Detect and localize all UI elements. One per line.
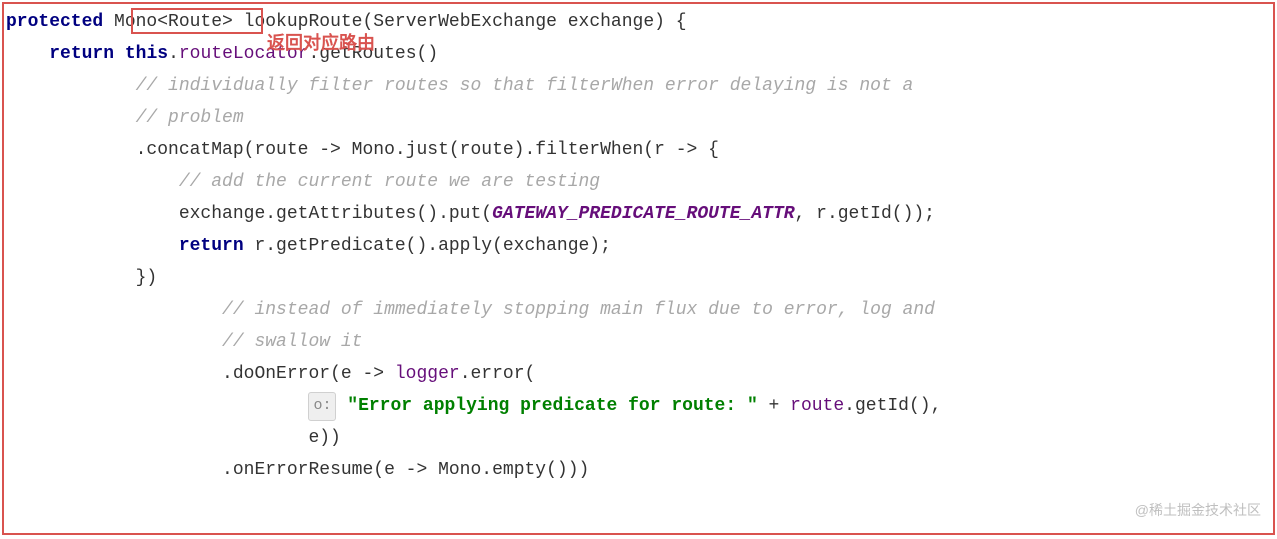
keyword-return: return bbox=[179, 236, 244, 256]
line-5: .concatMap(route -> Mono.just(route).fil… bbox=[6, 140, 719, 160]
var-route: route bbox=[790, 396, 844, 416]
line-10: // instead of immediately stopping main … bbox=[6, 300, 935, 320]
onErrorResume-call: .onErrorResume(e -> Mono.empty())) bbox=[222, 460, 589, 480]
line-11: // swallow it bbox=[6, 332, 362, 352]
line-8: return r.getPredicate().apply(exchange); bbox=[6, 236, 611, 256]
doOnError-prefix: .doOnError(e -> bbox=[222, 364, 395, 384]
line-4: // problem bbox=[6, 108, 244, 128]
put-call-suffix: , r.getId()); bbox=[795, 204, 935, 224]
indent bbox=[6, 172, 179, 192]
keyword-this: this bbox=[125, 44, 168, 64]
indent bbox=[6, 460, 222, 480]
member-routeLocator: routeLocator bbox=[179, 44, 309, 64]
code-container: 返回对应路由 protected Mono<Route> lookupRoute… bbox=[2, 2, 1275, 535]
plus: + bbox=[758, 396, 790, 416]
param-hint: o: bbox=[308, 392, 336, 421]
getId-call: .getId(), bbox=[844, 396, 941, 416]
keyword-protected: protected bbox=[6, 12, 103, 32]
line-2: return this.routeLocator.getRoutes() bbox=[6, 44, 438, 64]
indent bbox=[6, 268, 136, 288]
call-getRoutes: .getRoutes() bbox=[309, 44, 439, 64]
line-7: exchange.getAttributes().put(GATEWAY_PRE… bbox=[6, 204, 935, 224]
indent bbox=[6, 108, 136, 128]
watermark: @稀土掘金技术社区 bbox=[1135, 498, 1261, 523]
line-6: // add the current route we are testing bbox=[6, 172, 600, 192]
line-9: }) bbox=[6, 268, 157, 288]
indent bbox=[6, 396, 308, 416]
line-3: // individually filter routes so that fi… bbox=[6, 76, 913, 96]
line-12: .doOnError(e -> logger.error( bbox=[6, 364, 535, 384]
comment: // instead of immediately stopping main … bbox=[222, 300, 935, 320]
dot: . bbox=[168, 44, 179, 64]
string-literal: "Error applying predicate for route: " bbox=[347, 396, 757, 416]
indent bbox=[6, 300, 222, 320]
indent bbox=[6, 332, 222, 352]
concatMap-call: .concatMap(route -> Mono.just(route).fil… bbox=[136, 140, 719, 160]
put-call-prefix: exchange.getAttributes().put( bbox=[179, 204, 492, 224]
indent bbox=[6, 44, 49, 64]
apply-call: r.getPredicate().apply(exchange); bbox=[244, 236, 611, 256]
close-brace: }) bbox=[136, 268, 158, 288]
code-block: protected Mono<Route> lookupRoute(Server… bbox=[6, 6, 1271, 486]
comment: // problem bbox=[136, 108, 244, 128]
indent bbox=[6, 204, 179, 224]
params: (ServerWebExchange exchange) { bbox=[362, 12, 686, 32]
keyword-return: return bbox=[49, 44, 114, 64]
indent bbox=[6, 364, 222, 384]
indent bbox=[6, 428, 308, 448]
comment: // individually filter routes so that fi… bbox=[136, 76, 914, 96]
line-13: o: "Error applying predicate for route: … bbox=[6, 396, 941, 416]
error-call: .error( bbox=[460, 364, 536, 384]
space bbox=[114, 44, 125, 64]
method-name: lookupRoute bbox=[244, 12, 363, 32]
indent bbox=[6, 236, 179, 256]
indent bbox=[6, 140, 136, 160]
member-logger: logger bbox=[395, 364, 460, 384]
static-gateway-attr: GATEWAY_PREDICATE_ROUTE_ATTR bbox=[492, 204, 794, 224]
return-type: Mono<Route> bbox=[103, 12, 243, 32]
indent bbox=[6, 76, 136, 96]
line-15: .onErrorResume(e -> Mono.empty())) bbox=[6, 460, 589, 480]
line-14: e)) bbox=[6, 428, 341, 448]
comment: // swallow it bbox=[222, 332, 362, 352]
comment: // add the current route we are testing bbox=[179, 172, 600, 192]
line-1: protected Mono<Route> lookupRoute(Server… bbox=[6, 12, 687, 32]
close-args: e)) bbox=[308, 428, 340, 448]
